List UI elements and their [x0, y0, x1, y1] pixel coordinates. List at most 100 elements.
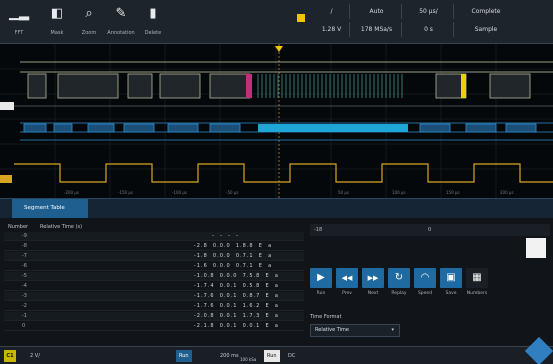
table-row[interactable]: 0 -2.1.8 0.0.1 0.0.1 E a: [4, 322, 304, 332]
annotation-label: Annotation: [107, 30, 135, 36]
next-label: Next: [367, 291, 379, 296]
delete-icon: ▮: [149, 6, 157, 21]
waveform-canvas: -200 µs -150 µs -100 µs -50 µs 50 µs 100 µs…: [0, 44, 553, 198]
clock-trace: [14, 163, 553, 183]
speed-icon: ◠: [420, 272, 430, 283]
delete-button[interactable]: ▮ Delete: [136, 4, 170, 42]
save-button[interactable]: ▣: [440, 268, 462, 288]
history-playback-panel: -18 0 ▶ ◀◀ ▶▶ ↻ ◠ ▣ ▦ Run Prev Next Repl…: [310, 224, 550, 340]
play-icon: ▶: [317, 272, 325, 283]
status-bar: C1 2 V/ Run 200 ms 100 kSa Run DC: [0, 336, 553, 364]
zoom-label: Zoom: [81, 30, 97, 36]
play-label: Run: [316, 291, 326, 296]
replay-button[interactable]: ↻: [388, 268, 410, 288]
annotation-button[interactable]: ✎ Annotation: [104, 4, 138, 42]
row-data: -2.0.8 0.0.1 1.7.3 E a: [194, 313, 279, 319]
grid: [0, 44, 553, 198]
status-coupling: DC: [288, 353, 296, 359]
row-number: -2: [22, 303, 27, 309]
fft-button[interactable]: ▁▂ FFT: [2, 4, 36, 42]
mask-icon: ◧: [50, 6, 64, 21]
history-slider[interactable]: -18 0: [310, 224, 550, 236]
row-data: -1.7.6 0.0.1 1.6.2 E a: [194, 303, 279, 309]
fft-label: FFT: [14, 30, 24, 36]
row-data: -1.6 0.0.0 0.7.1 E a: [194, 263, 273, 269]
row-number: -1: [22, 313, 27, 319]
trigger-level[interactable]: 1.28 V: [314, 22, 350, 37]
svg-text:100 µs: 100 µs: [392, 190, 406, 195]
row-data: -1.0.8 0.0.0 7.5.8 E a: [194, 273, 279, 279]
status-acq: 100 kSa: [240, 357, 257, 362]
zoom-button[interactable]: ⌕ Zoom: [72, 4, 106, 42]
replay-icon: ↻: [394, 272, 404, 283]
decode-bus-1: [20, 61, 553, 99]
svg-text:150 µs: 150 µs: [446, 190, 460, 195]
table-row[interactable]: -6 -1.6 0.0.0 0.7.1 E a: [4, 262, 304, 272]
time-scale[interactable]: 50 µs/: [404, 4, 454, 19]
numbers-button[interactable]: ▦: [466, 268, 488, 288]
table-row[interactable]: -7 -1.8 0.0.0 0.7.1 E a: [4, 252, 304, 262]
segment-table[interactable]: Number Relative Time (s) -9 - - - - -8 -2…: [4, 222, 304, 342]
column-number[interactable]: Number: [8, 224, 28, 230]
acquisition-status: Complete: [471, 8, 501, 15]
trigger-mode[interactable]: Auto: [352, 4, 402, 19]
grid-icon: ▦: [472, 272, 482, 283]
run-state[interactable]: Run: [176, 350, 192, 362]
table-row[interactable]: -2 -1.7.6 0.0.1 1.6.2 E a: [4, 302, 304, 312]
row-number: -4: [22, 283, 27, 289]
time-format-value: Relative Time: [315, 327, 349, 333]
forward-icon: ▶▶: [367, 274, 379, 282]
panel-split-bar[interactable]: Segment Table: [0, 198, 553, 218]
time-format-label: Time Format: [310, 314, 342, 320]
prev-button[interactable]: ◀◀: [336, 268, 358, 288]
row-data: -1.7.4 0.0.1 0.5.8 E a: [194, 283, 279, 289]
channel-marker-2[interactable]: [0, 175, 12, 183]
numbers-label: Numbers: [466, 291, 488, 296]
rewind-icon: ◀◀: [341, 274, 353, 282]
table-row[interactable]: -1 -2.0.8 0.0.1 1.7.3 E a: [4, 312, 304, 322]
mask-button[interactable]: ◧ Mask: [40, 4, 74, 42]
top-toolbar: ▁▂ FFT ◧ Mask ⌕ Zoom ✎ Annotation ▮ Dele…: [0, 0, 553, 44]
table-row[interactable]: -8 -2.8 0.0.0 1.8.8 E a: [4, 242, 304, 252]
trigger-panel[interactable]: / 1.28 V Auto 178 MSa/s 50 µs/ 0 s Compl…: [288, 4, 553, 42]
time-offset[interactable]: 0 s: [404, 22, 454, 37]
history-current-value: 0: [428, 227, 432, 233]
status-timebase: 200 ms: [220, 353, 239, 359]
svg-text:50 µs: 50 µs: [338, 190, 349, 195]
waveform-icon: ▁▂: [9, 6, 29, 21]
channel-1-badge[interactable]: C1: [4, 350, 16, 362]
table-row[interactable]: -4 -1.7.4 0.0.1 0.5.8 E a: [4, 282, 304, 292]
save-label: Save: [445, 291, 457, 296]
table-row[interactable]: -3 -1.7.6 0.0.1 0.8.7 E a: [4, 292, 304, 302]
lower-panel: Number Relative Time (s) -9 - - - - -8 -2…: [0, 218, 553, 346]
channel-marker-1[interactable]: [0, 102, 14, 110]
play-button[interactable]: ▶: [310, 268, 332, 288]
column-relative-time[interactable]: Relative Time (s): [40, 224, 82, 230]
channel-1-scale[interactable]: 2 V/: [30, 350, 40, 362]
trigger-channel-swatch: [297, 14, 305, 22]
history-preview: [526, 238, 546, 258]
row-number: -9: [22, 233, 27, 239]
tab-segment-table[interactable]: Segment Table: [12, 199, 88, 218]
row-number: -8: [22, 243, 27, 249]
status-mode[interactable]: Run: [264, 350, 280, 362]
row-number: -7: [22, 253, 27, 259]
speed-button[interactable]: ◠: [414, 268, 436, 288]
waveform-display[interactable]: -200 µs -150 µs -100 µs -50 µs 50 µs 100 µs…: [0, 44, 553, 198]
acquisition-mode[interactable]: Sample: [456, 22, 516, 37]
speed-label: Speed: [417, 291, 433, 296]
row-number: -5: [22, 273, 27, 279]
row-data: -1.8 0.0.0 0.7.1 E a: [194, 253, 273, 259]
chevron-down-icon: ▾: [391, 327, 394, 333]
trigger-slope[interactable]: /: [314, 4, 350, 19]
time-format-select[interactable]: Relative Time ▾: [310, 324, 400, 337]
table-row[interactable]: -9 - - - -: [4, 232, 304, 242]
svg-text:-100 µs: -100 µs: [172, 190, 187, 195]
row-number: -6: [22, 263, 27, 269]
next-button[interactable]: ▶▶: [362, 268, 384, 288]
row-data: - - - -: [194, 233, 239, 239]
replay-label: Replay: [391, 291, 407, 296]
prev-label: Prev: [342, 291, 352, 296]
annotation-icon: ✎: [115, 6, 127, 21]
table-row[interactable]: -5 -1.0.8 0.0.0 7.5.8 E a: [4, 272, 304, 282]
